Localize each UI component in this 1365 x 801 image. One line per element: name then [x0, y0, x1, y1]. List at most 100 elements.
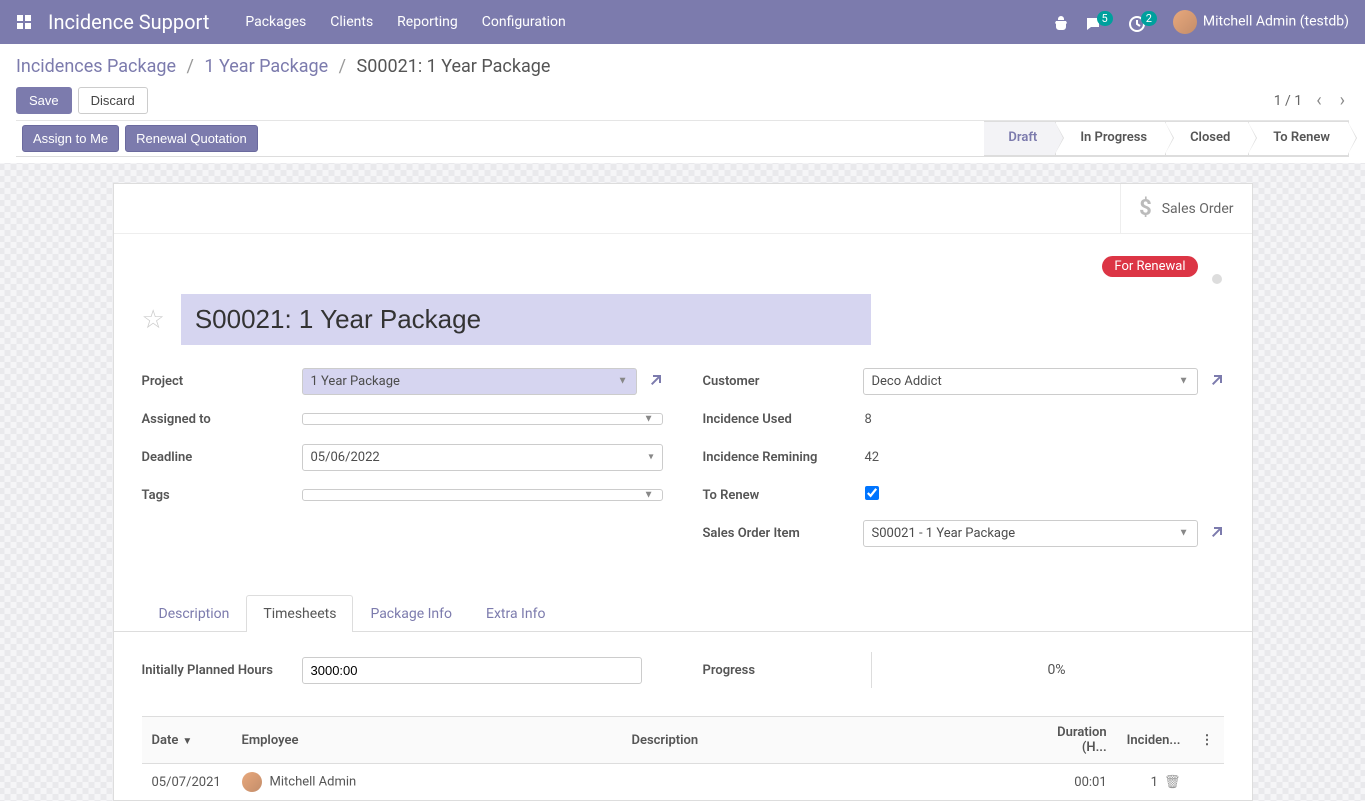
th-description[interactable]: Description: [622, 717, 1022, 764]
th-more-icon[interactable]: ⋮: [1191, 717, 1224, 764]
cell-incidence: 1🗑: [1117, 764, 1191, 801]
renewal-quotation-button[interactable]: Renewal Quotation: [125, 125, 258, 152]
sheet-header: $ Sales Order: [114, 184, 1252, 234]
top-navbar: Incidence Support Packages Clients Repor…: [0, 0, 1365, 44]
statusbar: Assign to Me Renewal Quotation Draft In …: [16, 120, 1349, 157]
sales-order-label: Sales Order: [1162, 201, 1234, 217]
messages-badge: 5: [1097, 11, 1113, 26]
employee-avatar: [242, 772, 262, 792]
delete-row-icon[interactable]: 🗑: [1164, 775, 1181, 790]
cell-date: 05/07/2021: [142, 764, 232, 801]
user-avatar: [1173, 10, 1197, 34]
planned-hours-label: Initially Planned Hours: [142, 663, 302, 678]
project-select[interactable]: 1 Year Package ▼: [302, 368, 637, 395]
status-closed[interactable]: Closed: [1166, 121, 1249, 156]
breadcrumb: Incidences Package / 1 Year Package / S0…: [16, 56, 1349, 77]
cell-duration: 00:01: [1022, 764, 1117, 801]
deadline-input[interactable]: 05/06/2022 ▾: [302, 444, 663, 471]
form-background: $ Sales Order For Renewal ☆ Project 1 Ye…: [0, 163, 1365, 801]
app-brand[interactable]: Incidence Support: [48, 10, 209, 34]
th-incidence[interactable]: Inciden...: [1117, 717, 1191, 764]
for-renewal-badge: For Renewal: [1102, 256, 1197, 277]
chevron-down-icon: ▼: [1179, 376, 1189, 387]
table-header-row: Date▼ Employee Description Duration (H..…: [142, 717, 1224, 764]
breadcrumb-root[interactable]: Incidences Package: [16, 56, 176, 77]
record-title-input[interactable]: [181, 294, 871, 345]
so-item-label: Sales Order Item: [703, 526, 863, 541]
chevron-down-icon: ▼: [1179, 528, 1189, 539]
status-to-renew[interactable]: To Renew: [1249, 121, 1349, 156]
assign-to-me-button[interactable]: Assign to Me: [22, 125, 119, 152]
nav-menu-reporting[interactable]: Reporting: [397, 14, 458, 30]
chevron-down-icon: ▼: [644, 414, 654, 425]
favorite-star-icon[interactable]: ☆: [142, 305, 165, 335]
apps-icon[interactable]: [16, 14, 32, 30]
user-menu[interactable]: Mitchell Admin (testdb): [1173, 10, 1349, 34]
kanban-state-dot[interactable]: [1212, 274, 1222, 284]
incidence-remaining-value: 42: [863, 450, 1224, 465]
deadline-value: 05/06/2022: [311, 450, 380, 465]
tabs: Description Timesheets Package Info Extr…: [114, 595, 1252, 632]
tab-timesheets[interactable]: Timesheets: [246, 595, 353, 632]
incidence-used-value: 8: [863, 412, 1224, 427]
incidence-remaining-label: Incidence Remining: [703, 450, 863, 465]
status-in-progress[interactable]: In Progress: [1056, 121, 1166, 156]
customer-select[interactable]: Deco Addict ▼: [863, 368, 1198, 395]
nav-menu-packages[interactable]: Packages: [245, 14, 306, 30]
deadline-label: Deadline: [142, 450, 302, 465]
table-row[interactable]: 05/07/2021 Mitchell Admin 00:01 1🗑: [142, 764, 1224, 801]
so-item-value: S00021 - 1 Year Package: [872, 526, 1016, 541]
pager: 1 / 1 ‹ ›: [1274, 88, 1349, 113]
activities-icon[interactable]: 2: [1129, 12, 1157, 32]
bug-icon[interactable]: [1053, 14, 1069, 30]
pager-prev[interactable]: ‹: [1312, 88, 1325, 113]
status-draft[interactable]: Draft: [984, 121, 1056, 156]
assigned-label: Assigned to: [142, 412, 302, 427]
control-bar: Incidences Package / 1 Year Package / S0…: [0, 44, 1365, 163]
th-duration[interactable]: Duration (H...: [1022, 717, 1117, 764]
so-item-select[interactable]: S00021 - 1 Year Package ▼: [863, 520, 1198, 547]
to-renew-checkbox[interactable]: [865, 486, 879, 500]
dollar-icon: $: [1139, 196, 1152, 221]
tags-label: Tags: [142, 488, 302, 503]
so-item-external-link-icon[interactable]: [1208, 525, 1224, 541]
chevron-down-icon: ▼: [644, 490, 654, 501]
customer-label: Customer: [703, 374, 863, 389]
tags-select[interactable]: ▼: [302, 489, 663, 501]
project-external-link-icon[interactable]: [647, 373, 663, 389]
customer-external-link-icon[interactable]: [1208, 373, 1224, 389]
progress-value: 0%: [890, 662, 1224, 678]
progress-label: Progress: [703, 663, 853, 678]
project-label: Project: [142, 374, 302, 389]
tab-extra-info[interactable]: Extra Info: [469, 595, 562, 632]
cell-employee: Mitchell Admin: [232, 764, 622, 801]
nav-menu-clients[interactable]: Clients: [330, 14, 373, 30]
tab-body-timesheets: Initially Planned Hours Progress 0% Date…: [114, 632, 1252, 800]
timesheets-table: Date▼ Employee Description Duration (H..…: [142, 716, 1224, 800]
th-date[interactable]: Date▼: [142, 717, 232, 764]
save-button[interactable]: Save: [16, 87, 72, 114]
nav-menu: Packages Clients Reporting Configuration: [245, 14, 565, 30]
incidence-used-label: Incidence Used: [703, 412, 863, 427]
nav-menu-configuration[interactable]: Configuration: [482, 14, 566, 30]
nav-right: 5 2 Mitchell Admin (testdb): [1053, 10, 1349, 34]
chevron-down-icon: ▼: [618, 376, 628, 387]
th-employee[interactable]: Employee: [232, 717, 622, 764]
user-name: Mitchell Admin (testdb): [1203, 14, 1349, 30]
pager-text: 1 / 1: [1274, 93, 1302, 109]
customer-value: Deco Addict: [872, 374, 942, 389]
breadcrumb-current: S00021: 1 Year Package: [357, 56, 551, 77]
pager-next[interactable]: ›: [1336, 88, 1349, 113]
tab-description[interactable]: Description: [142, 595, 247, 632]
sales-order-stat-button[interactable]: $ Sales Order: [1120, 184, 1251, 233]
breadcrumb-mid[interactable]: 1 Year Package: [204, 56, 328, 77]
planned-hours-input[interactable]: [302, 657, 642, 684]
chevron-down-icon: ▾: [648, 452, 653, 463]
activities-badge: 2: [1141, 11, 1157, 26]
form-sheet: $ Sales Order For Renewal ☆ Project 1 Ye…: [113, 183, 1253, 801]
tab-package-info[interactable]: Package Info: [353, 595, 469, 632]
messaging-icon[interactable]: 5: [1085, 12, 1113, 32]
assigned-select[interactable]: ▼: [302, 413, 663, 425]
project-value: 1 Year Package: [311, 374, 400, 389]
discard-button[interactable]: Discard: [78, 87, 148, 114]
